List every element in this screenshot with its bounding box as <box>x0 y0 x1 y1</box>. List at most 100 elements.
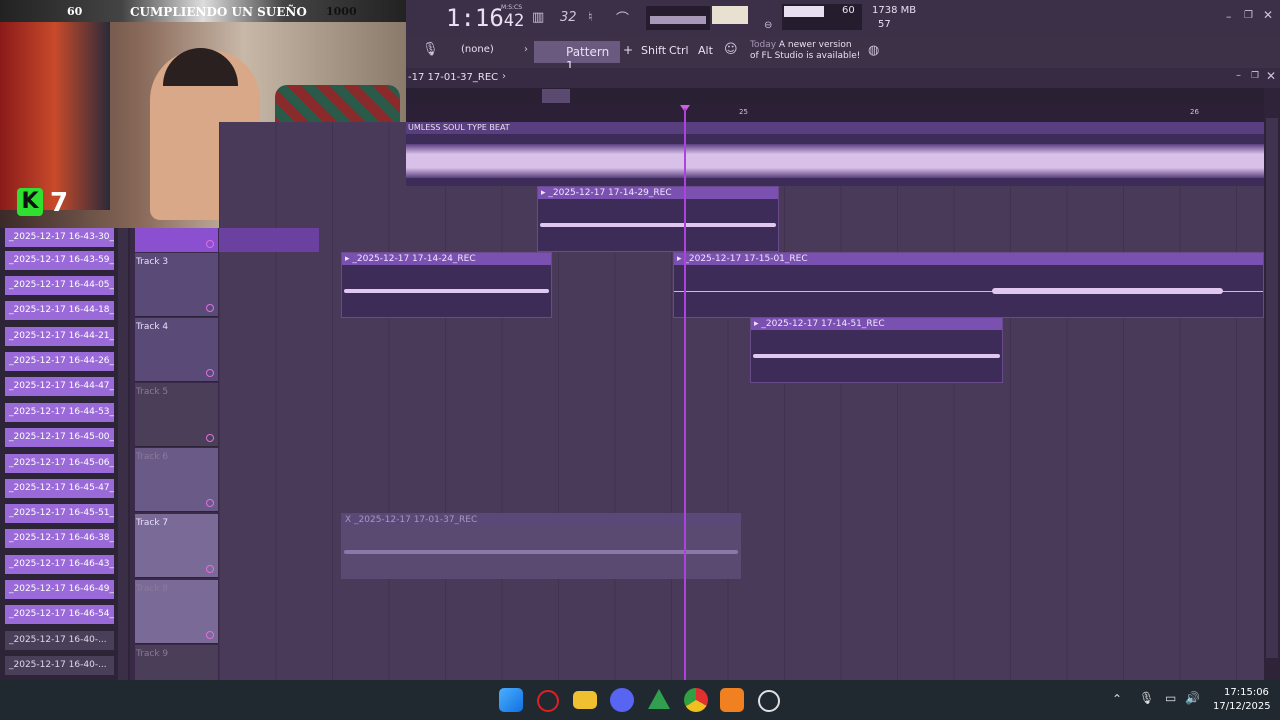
audio-clip[interactable]: ▸ _2025-12-17 17-14-51_REC <box>750 317 1003 383</box>
network-icon[interactable]: ▭ <box>1165 691 1176 705</box>
track-name: Track 7 <box>136 518 169 528</box>
fl-studio-icon[interactable] <box>720 688 744 712</box>
opera-icon[interactable] <box>537 690 559 712</box>
track-header-5[interactable]: Track 5 <box>135 383 218 447</box>
shift-key[interactable]: Shift <box>641 44 666 57</box>
tray-microphone-icon[interactable]: 🎙 <box>1139 691 1154 705</box>
discord-icon[interactable] <box>610 688 634 712</box>
obs-icon[interactable] <box>758 690 780 712</box>
track-name: Track 8 <box>136 584 169 594</box>
browser-item[interactable]: _2025-12-17 16-45-47_R.. <box>5 479 114 498</box>
track-header-8[interactable]: Track 8 <box>135 580 218 644</box>
volume-icon[interactable]: 🔊 <box>1185 691 1200 705</box>
add-pattern-button[interactable]: + <box>623 43 633 57</box>
browser-item[interactable]: _2025-12-17 16-43-59_R.. <box>5 251 114 270</box>
horizontal-scrollbar[interactable] <box>406 88 1264 104</box>
bar-marker-25: 25 <box>739 108 748 116</box>
browser-item[interactable]: _2025-12-17 16-46-54_R.. <box>5 605 114 624</box>
track-mute-dot[interactable] <box>206 565 214 573</box>
browser-item[interactable]: _2025-12-17 16-44-47_R.. <box>5 377 114 396</box>
track-header-7[interactable]: Track 7 <box>135 514 218 578</box>
browser-item[interactable]: _2025-12-17 16-46-38_R.. <box>5 529 114 548</box>
beat-clip[interactable]: UMLESS SOUL TYPE BEAT <box>406 122 1266 186</box>
beat-clip-title: UMLESS SOUL TYPE BEAT <box>406 122 1266 134</box>
browser-item[interactable]: _2025-12-17 16-45-06_R.. <box>5 454 114 473</box>
playlist-close-icon[interactable]: ✕ <box>1266 69 1276 83</box>
playhead-line <box>684 108 686 680</box>
browser-item[interactable]: _2025-12-17 16-44-18_R.. <box>5 301 114 320</box>
track-mute-dot[interactable] <box>206 434 214 442</box>
audio-clip[interactable]: ▸ _2025-12-17 17-14-29_REC <box>537 186 779 252</box>
browser-item[interactable]: _2025-12-17 16-45-51_R.. <box>5 504 114 523</box>
piano-icon[interactable]: ▥ <box>532 10 544 25</box>
tray-chevron-icon[interactable]: ⌃ <box>1112 692 1122 706</box>
clip-title: ▸ _2025-12-17 17-14-29_REC <box>538 187 778 199</box>
cpu-value: 60 <box>842 5 855 16</box>
alt-key[interactable]: Alt <box>698 44 713 57</box>
browser-item[interactable]: _2025-12-17 16-46-43_R.. <box>5 555 114 574</box>
browser-item[interactable]: _2025-12-17 16-40-... <box>5 631 114 650</box>
browser-item[interactable]: _2025-12-17 16-44-21_R.. <box>5 327 114 346</box>
pattern-selector[interactable]: Pattern 1 <box>534 41 620 73</box>
ctrl-key[interactable]: Ctrl <box>669 44 689 57</box>
vertical-scrollbar[interactable] <box>1264 88 1280 680</box>
playlist-minimize-icon[interactable]: – <box>1236 70 1241 81</box>
browser-item[interactable]: _2025-12-17 16-44-53_R.. <box>5 403 114 422</box>
metronome-icon[interactable]: ♮ <box>588 10 593 25</box>
input-select[interactable]: (none) <box>461 44 494 55</box>
playlist-titlebar: -17 17-01-37_REC › – ❐ ✕ <box>406 68 1280 88</box>
google-drive-icon[interactable] <box>648 689 670 709</box>
track-header-3[interactable]: Track 3 <box>135 253 218 317</box>
browser-item[interactable]: _2025-12-17 16-46-49_R.. <box>5 580 114 599</box>
clothes-rack <box>0 20 110 210</box>
clip-body <box>751 330 1002 382</box>
track-header-6[interactable]: Track 6 <box>135 448 218 512</box>
globe-icon[interactable]: ◍ <box>868 43 879 58</box>
close-icon[interactable]: ✕ <box>1263 8 1273 22</box>
track-2-clip[interactable] <box>219 228 319 252</box>
clip-title: ▸ _2025-12-17 17-15-01_REC <box>674 253 1263 265</box>
microphone-icon[interactable]: 🎙 <box>422 42 439 57</box>
sidebar-scrollbar[interactable] <box>118 228 128 680</box>
track-header-2[interactable] <box>135 228 218 252</box>
clock-time[interactable]: 17:15:06 <box>1224 687 1269 698</box>
audio-clip[interactable]: ▸ _2025-12-17 17-15-01_REC <box>673 252 1264 318</box>
minimize-icon[interactable]: – <box>1226 10 1232 23</box>
start-icon[interactable] <box>499 688 523 712</box>
restore-icon[interactable]: ❐ <box>1244 10 1253 21</box>
news-panel[interactable]: Today A newer version of FL Studio is av… <box>750 40 862 62</box>
arrow-icon[interactable]: › <box>524 44 528 55</box>
fl-topbar: 1:1642 M:S:CS ▥ 32 ♮ ⌒ ⊖ 60 1738 MB 57 –… <box>406 0 1280 36</box>
browser-item[interactable]: _2025-12-17 16-45-00_R.. <box>5 428 114 447</box>
browser-item[interactable]: _2025-12-17 16-40-... <box>5 656 114 675</box>
collapse-icon[interactable]: ⊖ <box>764 20 772 31</box>
audio-clip[interactable]: ▸ _2025-12-17 17-14-24_REC <box>341 252 552 318</box>
track-mute-dot[interactable] <box>206 369 214 377</box>
chrome-icon[interactable] <box>684 688 708 712</box>
tempo-icon[interactable]: 32 <box>560 10 577 25</box>
clock-date[interactable]: 17/12/2025 <box>1213 701 1271 712</box>
playlist-title: -17 17-01-37_REC <box>408 72 499 83</box>
waveform-monitor-wave <box>650 16 706 24</box>
muted-audio-clip[interactable]: X _2025-12-17 17-01-37_REC <box>341 513 741 579</box>
scroll-thumb[interactable] <box>542 89 570 103</box>
timeline-ruler[interactable]: 25 26 <box>406 104 1264 122</box>
track-mute-dot[interactable] <box>206 304 214 312</box>
track-mute-dot[interactable] <box>206 631 214 639</box>
clip-body <box>674 265 1263 317</box>
news-icon[interactable]: ☺ <box>724 42 738 57</box>
vertical-scroll-thumb[interactable] <box>1266 118 1278 658</box>
track-mute-dot[interactable] <box>206 240 214 248</box>
beat-clip-waveform <box>406 144 1264 178</box>
browser-item[interactable]: _2025-12-17 16-43-30_R.. <box>5 228 114 247</box>
track-header-9[interactable]: Track 9 <box>135 645 218 681</box>
file-explorer-icon[interactable] <box>573 691 597 709</box>
browser-item[interactable]: _2025-12-17 16-44-26_R.. <box>5 352 114 371</box>
wait-icon[interactable]: ⌒ <box>616 8 629 27</box>
track-header-4[interactable]: Track 4 <box>135 318 218 382</box>
fl-toolbar: 🎙 (none) › Pattern 1 + Shift Ctrl Alt ☺ … <box>406 36 1280 73</box>
browser-item[interactable]: _2025-12-17 16-44-05_R.. <box>5 276 114 295</box>
track-mute-dot[interactable] <box>206 499 214 507</box>
track-name: Track 3 <box>136 257 169 267</box>
playlist-restore-icon[interactable]: ❐ <box>1251 71 1259 81</box>
